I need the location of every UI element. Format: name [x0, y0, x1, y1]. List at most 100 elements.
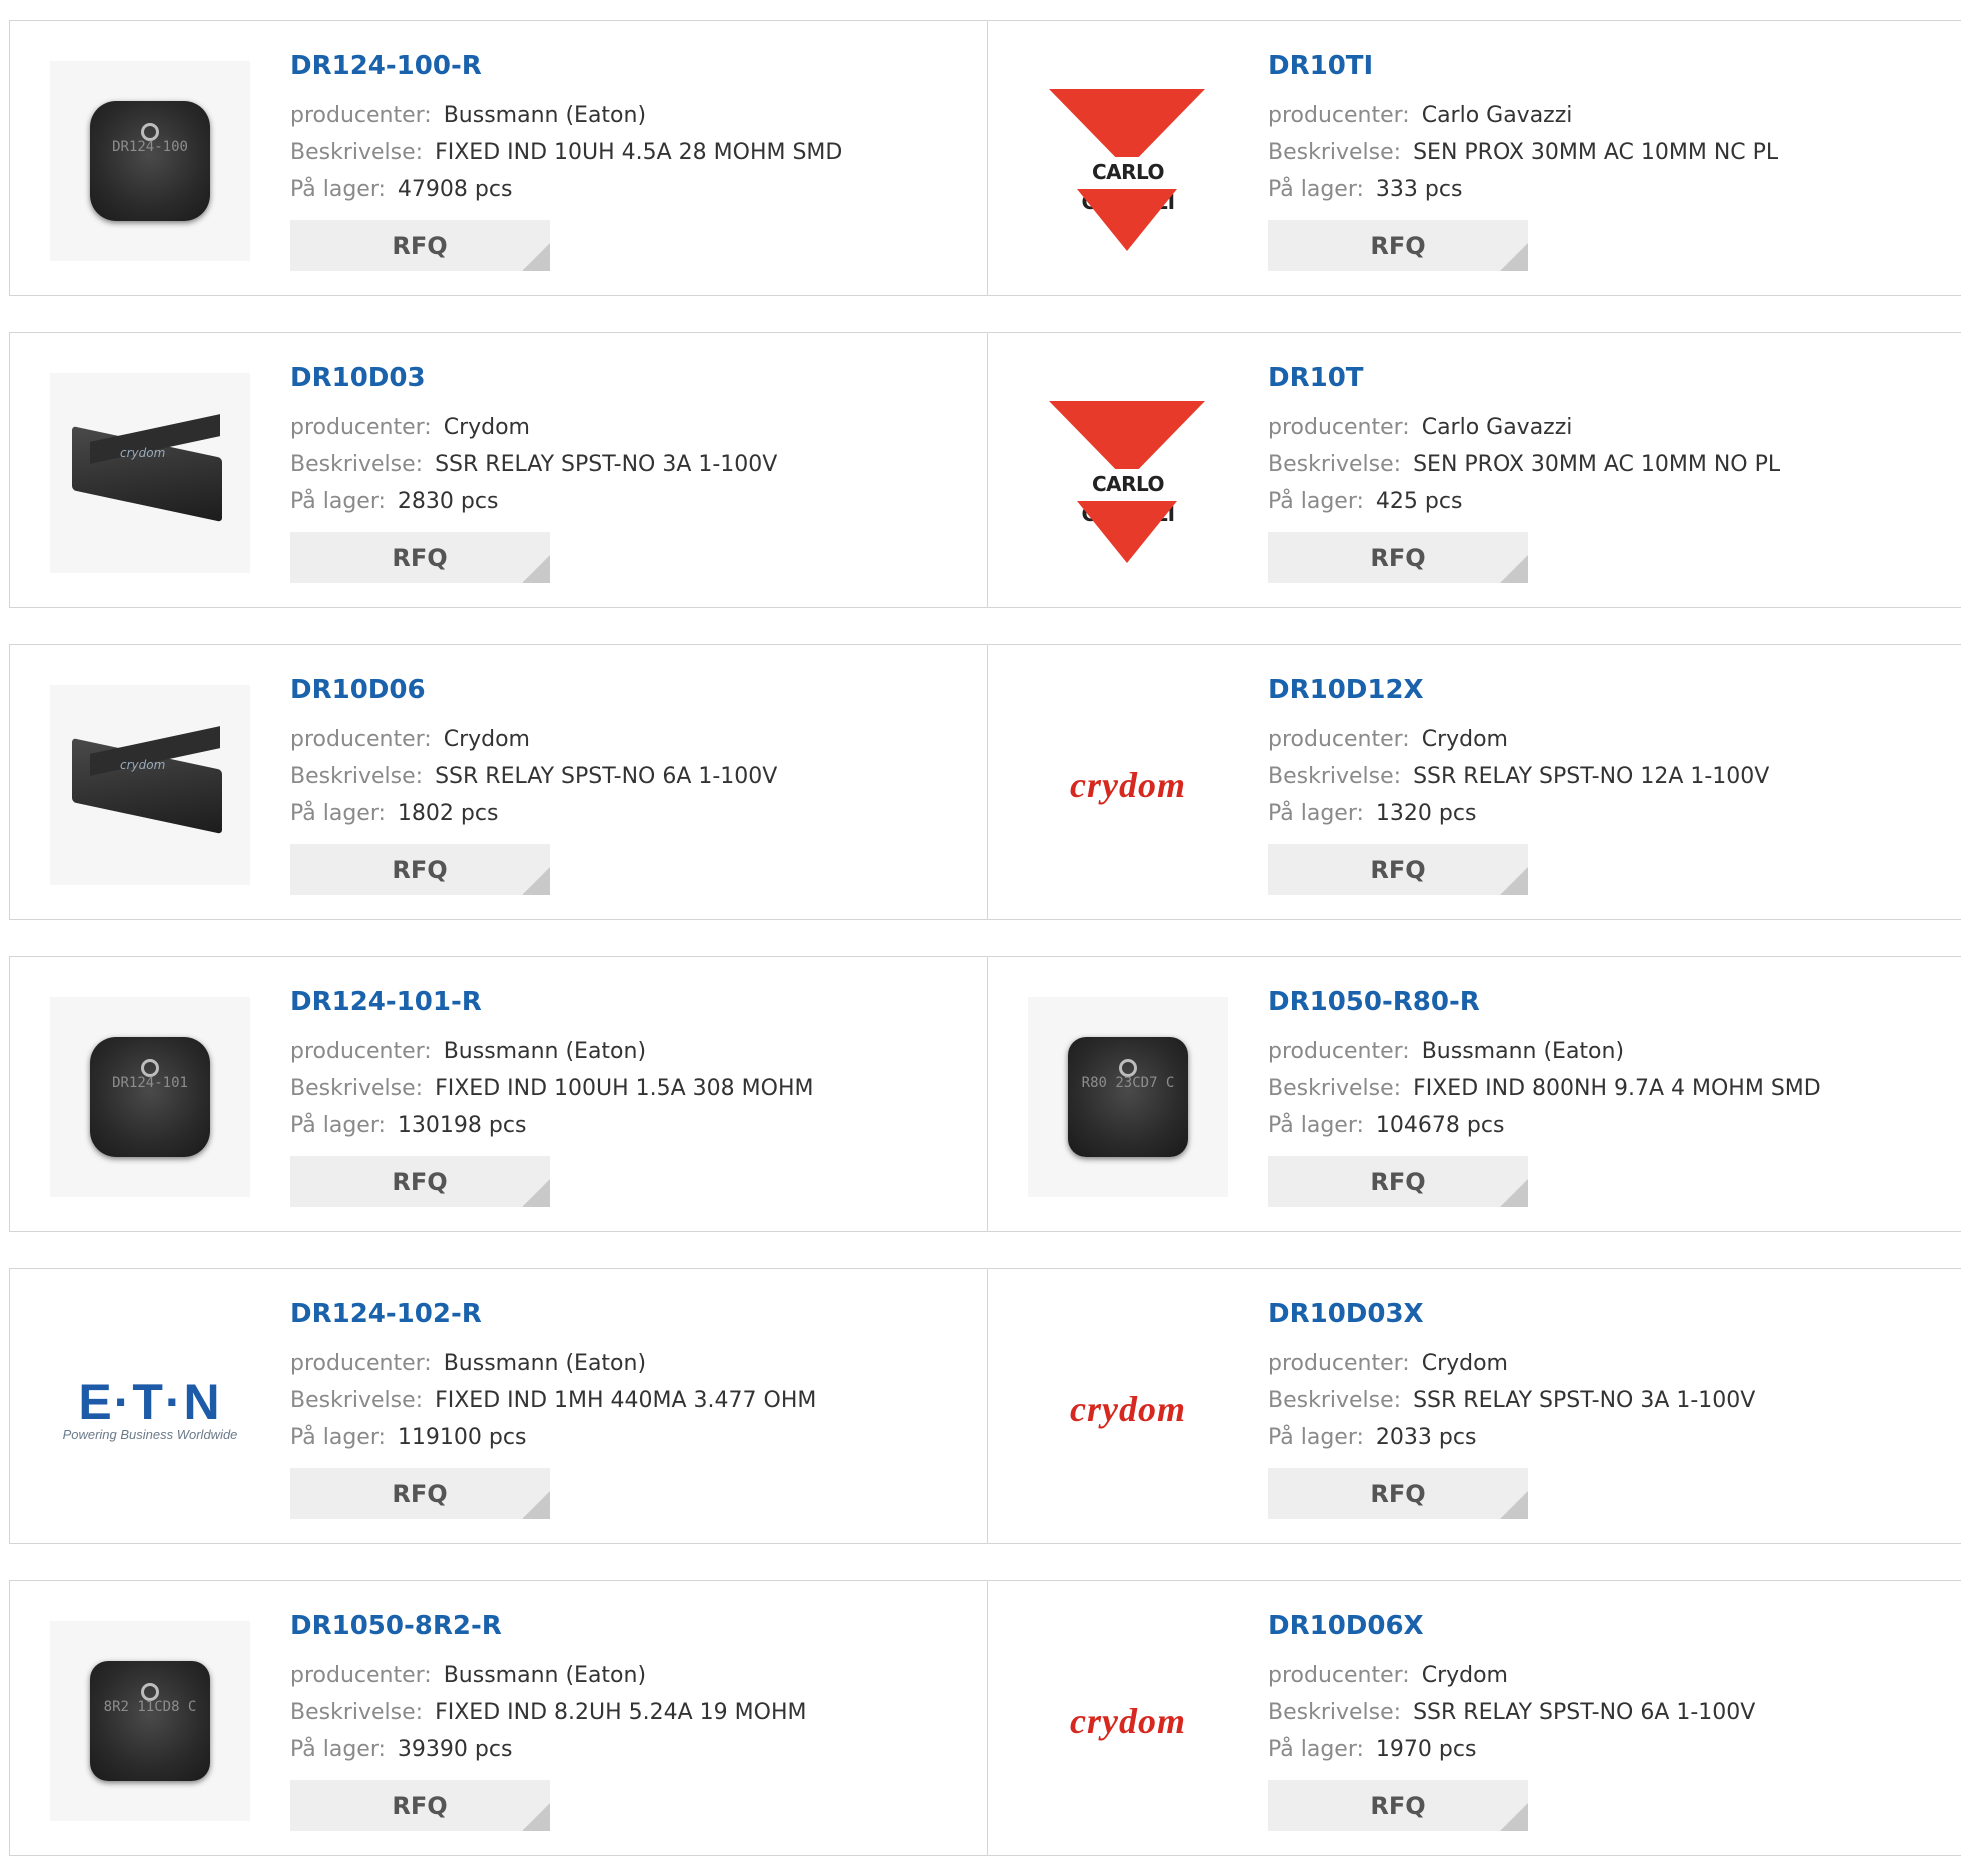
rfq-button[interactable]: RFQ: [290, 220, 550, 271]
description-value: SSR RELAY SPST-NO 6A 1-100V: [435, 764, 778, 789]
stock-line: På lager: 1802 pcs: [290, 795, 777, 832]
manufacturer-value: Carlo Gavazzi: [1421, 103, 1573, 128]
inductor-photo: R80 23CD7 C: [1068, 1037, 1188, 1157]
corner-triangle-icon: [1500, 1179, 1528, 1207]
product-image[interactable]: crydom: [1028, 1621, 1228, 1821]
product-image[interactable]: 8R2 11CD8 C: [50, 1621, 250, 1821]
rfq-button[interactable]: RFQ: [290, 532, 550, 583]
product-info: DR10D06 producenter: Crydom Beskrivelse: SSR…: [290, 675, 777, 895]
description-line: Beskrivelse: SSR RELAY SPST-NO 3A 1-100V: [290, 446, 777, 483]
product-info: DR1050-8R2-R producenter: Bussmann (Eaton)…: [290, 1611, 806, 1831]
relay-photo: crydom: [60, 414, 240, 528]
manufacturer-label: producenter:: [1268, 415, 1410, 440]
product-info: DR10D03 producenter: Crydom Beskrivelse: SSR…: [290, 363, 777, 583]
stock-value: 1970 pcs: [1375, 1737, 1477, 1762]
part-number-link[interactable]: DR10D03X: [1268, 1299, 1755, 1329]
logo-wordmark: CARLO GAVAZZI: [1043, 157, 1213, 214]
product-image[interactable]: E·T·N Powering Business Worldwide: [50, 1309, 250, 1509]
rfq-button[interactable]: RFQ: [290, 1780, 550, 1831]
corner-triangle-icon: [1500, 555, 1528, 583]
rfq-button[interactable]: RFQ: [1268, 1780, 1528, 1831]
stock-label: På lager:: [290, 1113, 386, 1138]
stock-value: 104678 pcs: [1375, 1113, 1505, 1138]
relay-photo: crydom: [60, 726, 240, 840]
manufacturer-label: producenter:: [290, 1351, 432, 1376]
manufacturer-value: Bussmann (Eaton): [443, 103, 647, 128]
part-number-link[interactable]: DR1050-8R2-R: [290, 1611, 806, 1641]
rfq-button[interactable]: RFQ: [290, 844, 550, 895]
stock-value: 39390 pcs: [397, 1737, 513, 1762]
product-card: crydom DR10D03X producenter: Crydom Beskrive…: [987, 1268, 1961, 1544]
manufacturer-line: producenter: Bussmann (Eaton): [290, 97, 842, 134]
manufacturer-line: producenter: Bussmann (Eaton): [290, 1345, 816, 1382]
description-line: Beskrivelse: SSR RELAY SPST-NO 3A 1-100V: [1268, 1382, 1755, 1419]
stock-line: På lager: 425 pcs: [1268, 483, 1780, 520]
rfq-button-label: RFQ: [1370, 231, 1426, 260]
manufacturer-line: producenter: Crydom: [1268, 1345, 1755, 1382]
part-number-link[interactable]: DR10D12X: [1268, 675, 1769, 705]
corner-triangle-icon: [522, 243, 550, 271]
product-image[interactable]: crydom: [1028, 1309, 1228, 1509]
part-number-link[interactable]: DR10D06: [290, 675, 777, 705]
stock-value: 425 pcs: [1375, 489, 1463, 514]
manufacturer-label: producenter:: [1268, 1039, 1410, 1064]
part-number-link[interactable]: DR10D06X: [1268, 1611, 1755, 1641]
stock-label: På lager:: [290, 801, 386, 826]
description-line: Beskrivelse: SEN PROX 30MM AC 10MM NO PL: [1268, 446, 1780, 483]
corner-triangle-icon: [1500, 1803, 1528, 1831]
product-info: DR124-100-R producenter: Bussmann (Eaton) B…: [290, 51, 842, 271]
part-number-link[interactable]: DR124-101-R: [290, 987, 813, 1017]
manufacturer-label: producenter:: [1268, 727, 1410, 752]
manufacturer-label: producenter:: [1268, 1351, 1410, 1376]
product-info: DR10D06X producenter: Crydom Beskrivelse: SS…: [1268, 1611, 1755, 1831]
part-number-link[interactable]: DR124-100-R: [290, 51, 842, 81]
product-card: crydom DR10D06X producenter: Crydom Beskrive…: [987, 1580, 1961, 1856]
product-card: R80 23CD7 C DR1050-R80-R producenter: Bussm…: [987, 956, 1961, 1232]
part-number-link[interactable]: DR124-102-R: [290, 1299, 816, 1329]
product-image[interactable]: crydom: [50, 373, 250, 573]
part-number-link[interactable]: DR10D03: [290, 363, 777, 393]
manufacturer-value: Carlo Gavazzi: [1421, 415, 1573, 440]
product-image[interactable]: DR124-101: [50, 997, 250, 1197]
stock-line: På lager: 333 pcs: [1268, 171, 1778, 208]
logo-triangle-bottom: [1077, 501, 1177, 563]
rfq-button[interactable]: RFQ: [1268, 1156, 1528, 1207]
product-card: CARLO GAVAZZI DR10TI producenter: Carlo Gav…: [987, 20, 1961, 296]
stock-label: På lager:: [290, 489, 386, 514]
rfq-button[interactable]: RFQ: [290, 1156, 550, 1207]
product-card: DR124-100 DR124-100-R producenter: Bussmann…: [9, 20, 987, 296]
product-info: DR1050-R80-R producenter: Bussmann (Eaton)…: [1268, 987, 1821, 1207]
corner-triangle-icon: [522, 1803, 550, 1831]
product-image[interactable]: CARLO GAVAZZI: [1028, 61, 1228, 261]
description-label: Beskrivelse:: [1268, 1700, 1402, 1725]
product-image[interactable]: crydom: [1028, 685, 1228, 885]
inductor-marking: DR124-101: [112, 1075, 188, 1091]
stock-value: 130198 pcs: [397, 1113, 527, 1138]
description-line: Beskrivelse: FIXED IND 100UH 1.5A 308 MOH…: [290, 1070, 813, 1107]
rfq-button[interactable]: RFQ: [1268, 532, 1528, 583]
product-image[interactable]: R80 23CD7 C: [1028, 997, 1228, 1197]
rfq-button[interactable]: RFQ: [1268, 844, 1528, 895]
inductor-photo: 8R2 11CD8 C: [90, 1661, 210, 1781]
product-row: 8R2 11CD8 C DR1050-8R2-R producenter: Bussm…: [9, 1580, 1961, 1856]
rfq-button[interactable]: RFQ: [290, 1468, 550, 1519]
rfq-button-label: RFQ: [392, 1791, 448, 1820]
part-number-link[interactable]: DR10T: [1268, 363, 1780, 393]
part-number-link[interactable]: DR1050-R80-R: [1268, 987, 1821, 1017]
rfq-button[interactable]: RFQ: [1268, 1468, 1528, 1519]
logo-triangle-bottom: [1077, 189, 1177, 251]
part-number-link[interactable]: DR10TI: [1268, 51, 1778, 81]
product-image[interactable]: crydom: [50, 685, 250, 885]
stock-value: 1320 pcs: [1375, 801, 1477, 826]
rfq-button[interactable]: RFQ: [1268, 220, 1528, 271]
product-image[interactable]: CARLO GAVAZZI: [1028, 373, 1228, 573]
manufacturer-line: producenter: Crydom: [290, 721, 777, 758]
product-row: DR124-100 DR124-100-R producenter: Bussmann…: [9, 20, 1961, 296]
inductor-marking: DR124-100: [112, 139, 188, 155]
manufacturer-line: producenter: Carlo Gavazzi: [1268, 97, 1778, 134]
product-row: DR124-101 DR124-101-R producenter: Bussmann…: [9, 956, 1961, 1232]
product-info: DR10D03X producenter: Crydom Beskrivelse: SS…: [1268, 1299, 1755, 1519]
product-row: crydom DR10D06 producenter: Crydom Beskrivel…: [9, 644, 1961, 920]
eaton-wordmark: E·T·N: [78, 1373, 222, 1430]
product-image[interactable]: DR124-100: [50, 61, 250, 261]
